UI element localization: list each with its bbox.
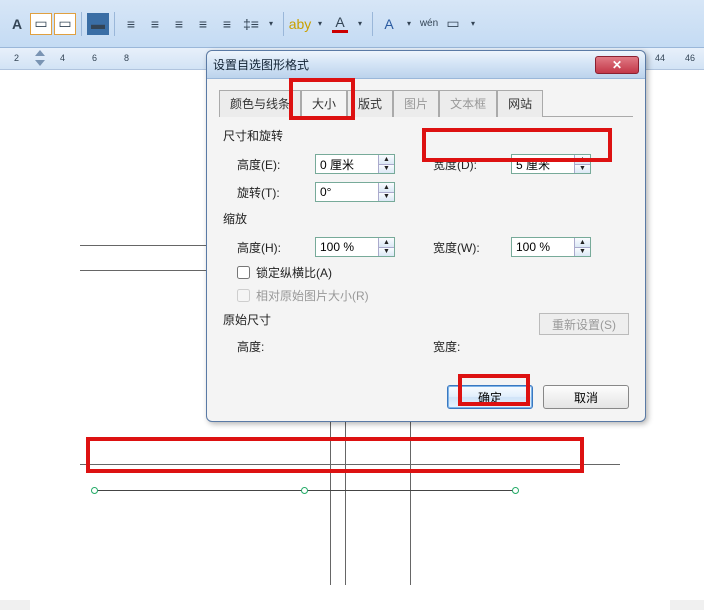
tab-color-line[interactable]: 颜色与线条 (219, 90, 301, 117)
resize-handle[interactable] (91, 487, 98, 494)
separator (283, 12, 284, 36)
ok-button[interactable]: 确定 (447, 385, 533, 409)
separator (81, 12, 82, 36)
spin-up-icon[interactable]: ▲ (379, 155, 394, 165)
close-button[interactable]: ✕ (595, 56, 639, 74)
tab-picture: 图片 (393, 90, 439, 117)
font-color-icon[interactable]: A (329, 13, 351, 35)
chevron-down-icon[interactable]: ▾ (402, 17, 416, 31)
width-w-label: 宽度(W): (433, 239, 503, 256)
height-h-input[interactable] (316, 238, 378, 256)
close-icon: ✕ (612, 58, 622, 72)
spin-up-icon[interactable]: ▲ (379, 238, 394, 248)
spin-down-icon[interactable]: ▼ (575, 248, 590, 257)
ribbon-toolbar: A ▭ ▭ ▬ ≡ ≡ ≡ ≡ ≡ ‡≡▾ aby▾ A▾ A▾ wén ▭▾ (0, 0, 704, 48)
line-spacing-icon[interactable]: ‡≡ (240, 13, 262, 35)
height-e-input[interactable] (316, 155, 378, 173)
table-line (80, 464, 620, 465)
border-icon[interactable]: ▭ (442, 13, 464, 35)
ruler-number: 44 (655, 53, 665, 63)
textbox-tool-1[interactable]: ▭ (30, 13, 52, 35)
chevron-down-icon[interactable]: ▾ (313, 17, 327, 31)
orig-width-label: 宽度: (433, 340, 460, 354)
align-left-icon[interactable]: ≡ (120, 13, 142, 35)
dialog-title: 设置自选图形格式 (213, 56, 309, 73)
width-w-input[interactable] (512, 238, 574, 256)
web-a-icon[interactable]: A (378, 13, 400, 35)
lock-aspect-label: 锁定纵横比(A) (256, 264, 332, 281)
highlight-icon[interactable]: aby (289, 13, 311, 35)
textbox-tool-2[interactable]: ▭ (54, 13, 76, 35)
height-e-label: 高度(E): (237, 156, 307, 173)
reset-button: 重新设置(S) (539, 313, 629, 335)
spin-down-icon[interactable]: ▼ (379, 248, 394, 257)
chevron-down-icon[interactable]: ▾ (466, 17, 480, 31)
text-a-button[interactable]: A (6, 13, 28, 35)
relative-original-row: 相对原始图片大小(R) (223, 284, 629, 307)
dialog-tabstrip: 颜色与线条 大小 版式 图片 文本框 网站 (207, 79, 645, 116)
separator (114, 12, 115, 36)
spin-up-icon[interactable]: ▲ (379, 183, 394, 193)
rotate-t-input[interactable] (316, 183, 378, 201)
align-distribute-icon[interactable]: ≡ (216, 13, 238, 35)
relative-original-label: 相对原始图片大小(R) (256, 287, 369, 304)
dialog-titlebar[interactable]: 设置自选图形格式 ✕ (207, 51, 645, 79)
align-justify-icon[interactable]: ≡ (192, 13, 214, 35)
ruler-number: 46 (685, 53, 695, 63)
spin-down-icon[interactable]: ▼ (379, 165, 394, 174)
width-d-label: 宽度(D): (433, 156, 503, 173)
align-center-icon[interactable]: ≡ (144, 13, 166, 35)
dialog-body: 尺寸和旋转 高度(E): ▲▼ 宽度(D): ▲▼ 旋转(T): ▲▼ 缩放 高… (207, 117, 645, 377)
tab-textbox: 文本框 (439, 90, 497, 117)
ruler-number: 8 (124, 53, 129, 63)
indent-marker-icon[interactable] (35, 50, 45, 66)
width-d-input[interactable] (512, 155, 574, 173)
height-h-label: 高度(H): (237, 239, 307, 256)
format-autoshape-dialog: 设置自选图形格式 ✕ 颜色与线条 大小 版式 图片 文本框 网站 尺寸和旋转 高… (206, 50, 646, 422)
chevron-down-icon[interactable]: ▾ (264, 17, 278, 31)
spin-down-icon[interactable]: ▼ (575, 165, 590, 174)
width-w-spinner[interactable]: ▲▼ (511, 237, 591, 257)
rotate-t-label: 旋转(T): (237, 184, 307, 201)
section-scale-label: 缩放 (223, 206, 629, 233)
cancel-button[interactable]: 取消 (543, 385, 629, 409)
textbox-tool-3[interactable]: ▬ (87, 13, 109, 35)
chevron-down-icon[interactable]: ▾ (353, 17, 367, 31)
lock-aspect-checkbox[interactable] (237, 266, 250, 279)
lock-aspect-row[interactable]: 锁定纵横比(A) (223, 261, 629, 284)
orig-height-label: 高度: (237, 340, 264, 354)
resize-handle[interactable] (512, 487, 519, 494)
ruler-number: 2 (14, 53, 19, 63)
dialog-button-row: 确定 取消 (207, 377, 645, 421)
ruler-number: 6 (92, 53, 97, 63)
tab-layout[interactable]: 版式 (347, 90, 393, 117)
relative-original-checkbox (237, 289, 250, 302)
resize-handle[interactable] (301, 487, 308, 494)
separator (372, 12, 373, 36)
rotate-t-spinner[interactable]: ▲▼ (315, 182, 395, 202)
selected-line-shape[interactable] (95, 490, 515, 504)
spin-up-icon[interactable]: ▲ (575, 238, 590, 248)
spin-up-icon[interactable]: ▲ (575, 155, 590, 165)
section-size-rotate-label: 尺寸和旋转 (223, 123, 629, 150)
height-h-spinner[interactable]: ▲▼ (315, 237, 395, 257)
height-e-spinner[interactable]: ▲▼ (315, 154, 395, 174)
phonetic-guide-icon[interactable]: wén (418, 13, 440, 35)
spin-down-icon[interactable]: ▼ (379, 193, 394, 202)
tab-web[interactable]: 网站 (497, 90, 543, 117)
ruler-number: 4 (60, 53, 65, 63)
width-d-spinner[interactable]: ▲▼ (511, 154, 591, 174)
align-right-icon[interactable]: ≡ (168, 13, 190, 35)
tab-size[interactable]: 大小 (301, 90, 347, 117)
